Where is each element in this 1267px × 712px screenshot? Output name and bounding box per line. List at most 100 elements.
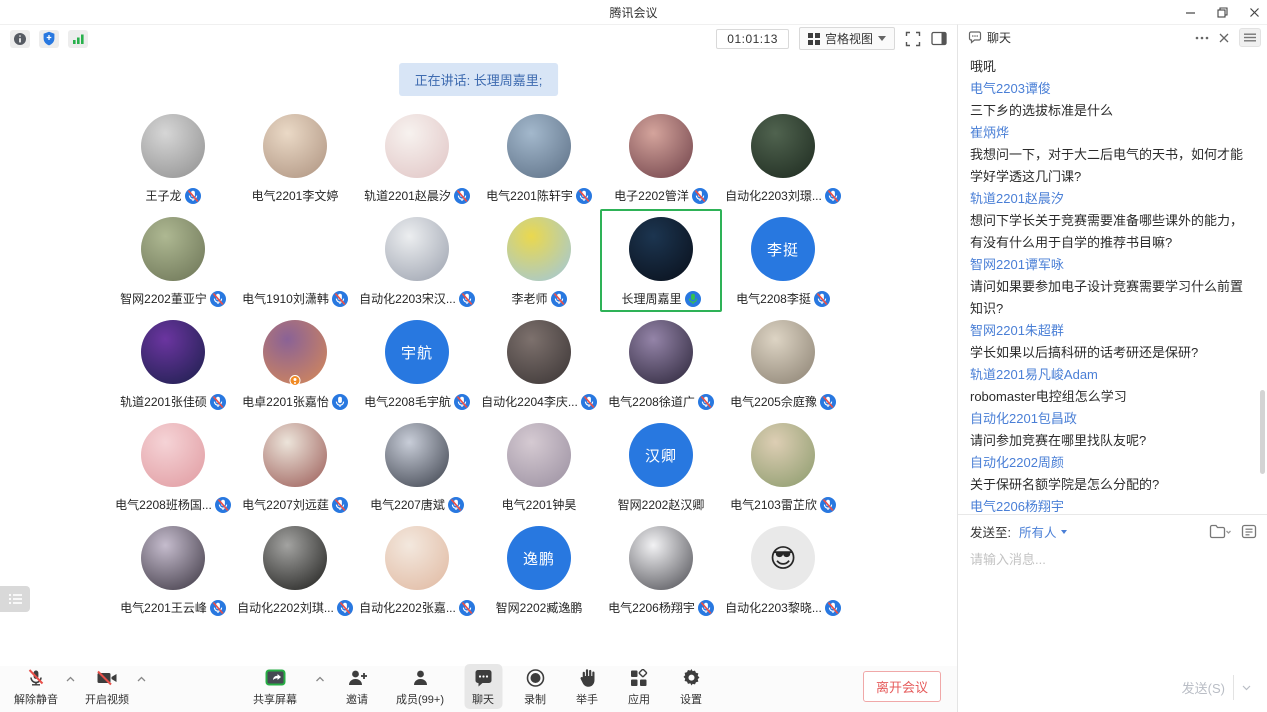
chat-button[interactable]: 聊天 (464, 664, 502, 709)
participant-name: 电气2201李文婷 (252, 187, 339, 204)
chat-message-list[interactable]: 哦吼电气2203谭俊三下乡的选拔标准是什么崔炳烨我想问一下，对于大二后电气的天书… (958, 50, 1267, 514)
participant-name-row: 自动化2202张嘉... (359, 599, 475, 616)
folder-icon (1209, 524, 1231, 539)
chat-more-button[interactable] (1195, 36, 1209, 40)
participant-name-row: 自动化2204李庆... (481, 393, 597, 410)
participant-tile[interactable]: 电气2207刘远莛 (234, 415, 356, 518)
members-button[interactable]: 成员(99+) (390, 664, 450, 709)
share-screen-button[interactable]: 共享屏幕 (247, 664, 303, 709)
participant-name: 自动化2202刘琪... (237, 599, 334, 616)
settings-button[interactable]: 设置 (672, 664, 710, 709)
raise-hand-button[interactable]: 举手 (568, 664, 606, 709)
chevron-down-icon (878, 36, 886, 41)
meeting-info-button[interactable] (10, 30, 30, 48)
participant-tile[interactable]: 长理周嘉里 (600, 209, 722, 312)
security-button[interactable] (39, 30, 59, 48)
participant-tile[interactable]: 李挺电气2208李挺 (722, 209, 844, 312)
chat-message-input[interactable] (958, 545, 1267, 675)
mic-muted-icon (581, 394, 597, 410)
participant-tile[interactable]: 电气2201钟昊 (478, 415, 600, 518)
announcement-icon (1241, 524, 1257, 539)
participant-name: 电子2202管洋 (614, 187, 689, 204)
participant-tile[interactable]: 王子龙 (112, 106, 234, 209)
participant-tile[interactable]: 轨道2201赵晨汐 (356, 106, 478, 209)
apps-button[interactable]: 应用 (620, 664, 658, 709)
participant-tile[interactable]: 电气2103雷芷欣 (722, 415, 844, 518)
participant-tile[interactable]: 汉卿智网2202赵汉卿 (600, 415, 722, 518)
chat-close-button[interactable] (1219, 33, 1229, 43)
minimize-button[interactable] (1183, 5, 1197, 19)
participant-tile[interactable]: 电气2208班杨国... (112, 415, 234, 518)
close-icon (1249, 7, 1260, 18)
participant-tile[interactable]: 轨道2201张佳硕 (112, 312, 234, 415)
participant-tile[interactable]: 自动化2202刘琪... (234, 518, 356, 621)
participant-tile[interactable]: 电子2202管洋 (600, 106, 722, 209)
chat-menu-button[interactable] (1239, 28, 1261, 47)
chat-scrollbar[interactable] (1260, 390, 1265, 474)
participant-name-row: 电气2207唐斌 (370, 496, 464, 513)
chat-sender-name[interactable]: 电气2206杨翔宇 (970, 496, 1255, 514)
participant-name: 电气2201钟昊 (502, 496, 577, 513)
participant-tile[interactable]: 智网2202董亚宁 (112, 209, 234, 312)
participant-tile[interactable]: 自动化2203宋汉... (356, 209, 478, 312)
chat-sender-name[interactable]: 崔炳烨 (970, 122, 1255, 144)
participant-tile[interactable]: 电气1910刘潇韩 (234, 209, 356, 312)
settings-gear-icon (681, 668, 701, 688)
participant-name-row: 电气2208班杨国... (115, 496, 231, 513)
network-quality-button[interactable] (68, 30, 88, 48)
leave-meeting-button[interactable]: 离开会议 (863, 671, 941, 702)
audio-options-chevron[interactable] (66, 676, 75, 682)
side-panel-toggle-button[interactable] (931, 31, 947, 46)
mic-speaking-icon (685, 291, 701, 307)
participant-tile[interactable]: 李老师 (478, 209, 600, 312)
record-label: 录制 (524, 691, 546, 707)
chat-sender-name[interactable]: 轨道2201赵晨汐 (970, 188, 1255, 210)
participant-name: 智网2202董亚宁 (120, 290, 207, 307)
send-to-dropdown[interactable]: 所有人 (1019, 522, 1067, 541)
participant-avatar (507, 320, 571, 384)
restore-button[interactable] (1215, 5, 1229, 19)
video-options-chevron[interactable] (137, 676, 146, 682)
participant-tile[interactable]: 自动化2204李庆... (478, 312, 600, 415)
participant-name: 电气2201王云峰 (120, 599, 207, 616)
send-options-chevron[interactable] (1234, 685, 1255, 691)
share-options-chevron[interactable] (315, 676, 324, 682)
send-button[interactable]: 发送(S) (1174, 675, 1234, 700)
fullscreen-button[interactable] (905, 31, 921, 47)
chat-sender-name[interactable]: 智网2201谭军咏 (970, 254, 1255, 276)
participant-tile[interactable]: 逸鹏智网2202臧逸鹏 (478, 518, 600, 621)
chat-label: 聊天 (472, 691, 494, 707)
participant-name-row: 电气2103雷芷欣 (730, 496, 836, 513)
start-video-button[interactable]: 开启视频 (79, 664, 135, 709)
participant-tile[interactable]: 电气2207唐斌 (356, 415, 478, 518)
chat-sender-name[interactable]: 自动化2201包昌政 (970, 408, 1255, 430)
close-window-button[interactable] (1247, 5, 1261, 19)
participant-name: 长理周嘉里 (621, 290, 681, 307)
chat-sender-name[interactable]: 智网2201朱超群 (970, 320, 1255, 342)
participant-tile[interactable]: 电气2205佘庭豫 (722, 312, 844, 415)
chat-sender-name[interactable]: 自动化2202周颜 (970, 452, 1255, 474)
participant-tile[interactable]: 自动化2203刘璟... (722, 106, 844, 209)
participant-name: 智网2202臧逸鹏 (496, 599, 583, 616)
participant-tile[interactable]: 电气2208徐道广 (600, 312, 722, 415)
invite-button[interactable]: 邀请 (338, 664, 376, 709)
record-button[interactable]: 录制 (516, 664, 554, 709)
mic-muted-icon (210, 291, 226, 307)
participant-tile[interactable]: 电气2206杨翔宇 (600, 518, 722, 621)
chat-sender-name[interactable]: 轨道2201易凡峻Adam (970, 364, 1255, 386)
view-mode-dropdown[interactable]: 宫格视图 (799, 27, 895, 50)
unmute-button[interactable]: 解除静音 (8, 664, 64, 709)
mic-muted-icon (332, 291, 348, 307)
participant-tile[interactable]: 电气2201王云峰 (112, 518, 234, 621)
view-mode-label: 宫格视图 (825, 30, 873, 47)
chat-sender-name[interactable]: 电气2203谭俊 (970, 78, 1255, 100)
chat-history-button[interactable] (1209, 524, 1231, 539)
participant-tile[interactable]: 电气2201李文婷 (234, 106, 356, 209)
participant-tile[interactable]: 电卓2201张嘉怡 (234, 312, 356, 415)
participant-tile[interactable]: 电气2201陈轩宇 (478, 106, 600, 209)
member-list-handle[interactable] (0, 586, 30, 612)
participant-tile[interactable]: 自动化2202张嘉... (356, 518, 478, 621)
announcement-button[interactable] (1241, 524, 1257, 539)
participant-tile[interactable]: 宇航电气2208毛宇航 (356, 312, 478, 415)
participant-tile[interactable]: 😎自动化2203黎晓... (722, 518, 844, 621)
